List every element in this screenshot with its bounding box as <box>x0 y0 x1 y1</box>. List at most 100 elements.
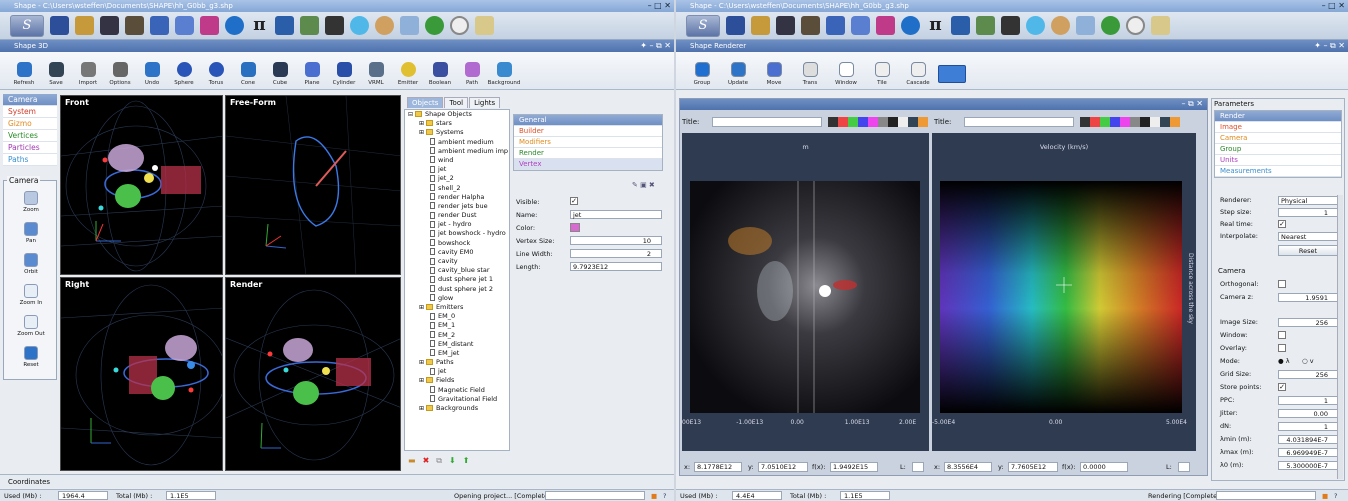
window-controls[interactable]: – □ ✕ <box>648 0 671 12</box>
mode-lambda-radio[interactable]: ● λ <box>1278 356 1290 367</box>
pi-icon[interactable]: π <box>926 16 945 35</box>
category-render[interactable]: Render <box>514 148 662 159</box>
move-down-icon[interactable]: ⬇ <box>449 456 456 468</box>
tree-item[interactable]: jet <box>405 367 509 376</box>
tree-item[interactable]: dust sphere jet 2 <box>405 285 509 294</box>
delete-icon[interactable]: ✖ <box>423 456 430 468</box>
mode-v-radio[interactable]: ○ v <box>1302 356 1314 367</box>
plot2-title-input[interactable] <box>964 117 1074 127</box>
tree-item[interactable]: ⊞ Emitters <box>405 303 509 312</box>
display-icon[interactable] <box>826 16 845 35</box>
camera-orbit-tool[interactable]: Orbit <box>4 253 58 275</box>
camera-pan-tool[interactable]: Pan <box>4 222 58 244</box>
param-tab-group[interactable]: Group <box>1215 144 1341 155</box>
cylinder-tool[interactable]: Cylinder <box>328 52 360 86</box>
tree-item[interactable]: EM_1 <box>405 321 509 330</box>
cube-tool[interactable]: Cube <box>264 52 296 86</box>
render-panel-controls[interactable]: – ⧉ ✕ <box>1181 99 1203 109</box>
tree-item[interactable]: cavity_blue star <box>405 266 509 275</box>
param-tab-measurements[interactable]: Measurements <box>1215 166 1341 177</box>
lambda-max-spinner[interactable]: 6.969949E-7 <box>1278 448 1338 457</box>
group-tool[interactable]: Group <box>684 52 720 86</box>
display-icon[interactable] <box>150 16 169 35</box>
param-tab-image[interactable]: Image <box>1215 122 1341 133</box>
tree-item[interactable]: Gravitational Field <box>405 395 509 404</box>
category-general[interactable]: General <box>514 115 662 126</box>
nav-item-camera[interactable]: Camera <box>3 94 57 106</box>
tree-item[interactable]: glow <box>405 294 509 303</box>
nav-item-system[interactable]: System <box>3 106 57 118</box>
undo-tool[interactable]: Undo <box>136 52 168 86</box>
update-tool[interactable]: Update <box>720 52 756 86</box>
tree-item[interactable]: EM_2 <box>405 331 509 340</box>
tab-tool[interactable]: Tool <box>444 97 469 108</box>
ruler-icon[interactable] <box>1151 16 1170 35</box>
alert-icon[interactable]: ■ <box>1322 490 1328 501</box>
cube-icon[interactable] <box>175 16 194 35</box>
table-icon[interactable] <box>951 16 970 35</box>
image-icon[interactable] <box>976 16 995 35</box>
ruler-icon[interactable] <box>475 16 494 35</box>
interpolate-select[interactable]: Nearest <box>1278 232 1338 241</box>
camera-reset-tool[interactable]: Reset <box>4 346 58 368</box>
tree-item[interactable]: bowshock <box>405 239 509 248</box>
tree-item[interactable]: ⊟ Shape Objects <box>405 110 509 119</box>
lambda-min-spinner[interactable]: 4.031894E-7 <box>1278 435 1338 444</box>
molecule-icon[interactable] <box>400 16 419 35</box>
object-categories[interactable]: General Builder Modifiers Render Vertex <box>513 114 663 171</box>
tree-item[interactable]: jet_2 <box>405 174 509 183</box>
satellite-icon[interactable] <box>1026 16 1045 35</box>
tree-item[interactable]: ⊞ Systems <box>405 128 509 137</box>
objects-tree[interactable]: ⊟ Shape Objects ⊞ stars ⊞ Systems ambient m… <box>404 109 510 451</box>
renderer-select[interactable]: Physical <box>1278 196 1338 205</box>
expand-toggle-icon[interactable]: ⊞ <box>419 405 426 412</box>
expand-toggle-icon[interactable]: ⊞ <box>419 377 426 384</box>
tree-item[interactable]: render Dust <box>405 211 509 220</box>
overlay-checkbox[interactable] <box>1278 344 1286 352</box>
viewport-right[interactable]: Right <box>60 277 223 471</box>
save-tool[interactable]: Save <box>40 52 72 86</box>
timer-icon[interactable] <box>450 16 469 35</box>
viewport-front[interactable]: Front <box>60 95 223 275</box>
nav-item-paths[interactable]: Paths <box>3 154 57 166</box>
cube-icon[interactable] <box>851 16 870 35</box>
tab-lights[interactable]: Lights <box>469 97 501 108</box>
clapper-icon[interactable] <box>1001 16 1020 35</box>
nav-item-vertices[interactable]: Vertices <box>3 130 57 142</box>
tree-item[interactable]: ⊞ Backgrounds <box>405 404 509 413</box>
info-icon[interactable] <box>225 16 244 35</box>
sphere-tool[interactable]: Sphere <box>168 52 200 86</box>
options-tool[interactable]: Options <box>104 52 136 86</box>
tree-item[interactable]: jet <box>405 165 509 174</box>
viewport-free-form[interactable]: Free-Form <box>225 95 401 275</box>
sphere-icon[interactable] <box>1101 16 1120 35</box>
image-size-spinner[interactable]: 256 <box>1278 318 1338 327</box>
nav-item-particles[interactable]: Particles <box>3 142 57 154</box>
camera-z-spinner[interactable]: 1.9591 <box>1278 293 1338 302</box>
palette-icon[interactable] <box>1051 16 1070 35</box>
plane-tool[interactable]: Plane <box>296 52 328 86</box>
tree-item[interactable]: jet - hydro <box>405 220 509 229</box>
edit-icon[interactable] <box>801 16 820 35</box>
shape-logo-button[interactable]: S <box>10 14 44 37</box>
plot1-area[interactable]: m 00E13 -1.00E13 0.00 1.00E13 2.00E <box>682 133 929 451</box>
expand-toggle-icon[interactable]: ⊞ <box>419 129 426 136</box>
expand-toggle-icon[interactable]: ⊟ <box>408 111 415 118</box>
save-icon[interactable] <box>776 16 795 35</box>
clapper-icon[interactable] <box>325 16 344 35</box>
viewport-render[interactable]: Render <box>225 277 401 471</box>
plot-icon[interactable] <box>876 16 895 35</box>
background-tool[interactable]: Background <box>488 52 520 86</box>
category-modifiers[interactable]: Modifiers <box>514 137 662 148</box>
parameters-scrollbar[interactable] <box>1337 195 1343 479</box>
refresh-tool[interactable]: Refresh <box>8 52 40 86</box>
path-tool[interactable]: Path <box>456 52 488 86</box>
visible-checkbox[interactable]: ✓ <box>570 197 578 205</box>
panel-controls[interactable]: ✦ – ⧉ ✕ <box>640 40 671 52</box>
tree-item[interactable]: cavity <box>405 257 509 266</box>
window-checkbox[interactable] <box>1278 331 1286 339</box>
reset-button[interactable]: Reset <box>1278 245 1338 256</box>
tree-item[interactable]: ambient medium imp <box>405 147 509 156</box>
tree-item[interactable]: ⊞ Paths <box>405 358 509 367</box>
torus-tool[interactable]: Torus <box>200 52 232 86</box>
